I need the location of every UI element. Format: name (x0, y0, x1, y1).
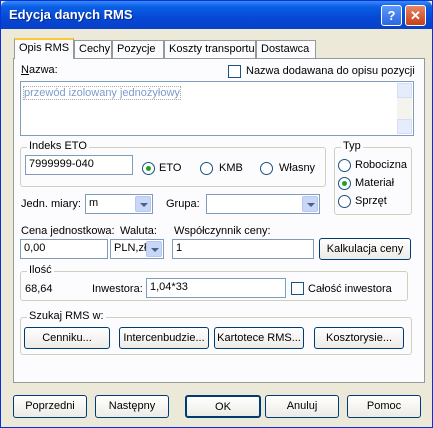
typ-robocizna-label: Robocizna (355, 159, 407, 171)
wlasny-radio-label: Własny (279, 162, 316, 174)
jedn-select-value: m (89, 197, 99, 209)
typ-robocizna-radio[interactable] (338, 159, 351, 172)
typ-sprzet-label: Sprzęt (355, 195, 387, 207)
name-value: przewód izolowany jednożyłowy (23, 86, 181, 100)
grupa-label: Grupa: (166, 198, 200, 210)
tab-dostawca[interactable]: Dostawca (256, 40, 316, 58)
anuluj-button[interactable]: Anuluj (265, 395, 339, 418)
wsp-label: Współczynnik ceny: (174, 225, 271, 237)
tab-koszty-transportu[interactable]: Koszty transportu (164, 40, 256, 58)
jedn-dropdown-icon[interactable] (135, 196, 151, 212)
tab-cechy[interactable]: Cechy (74, 40, 112, 58)
name-label-rest: azwa: (28, 64, 58, 76)
scroll-down-icon[interactable] (397, 119, 412, 134)
search-cennik-button[interactable]: Cenniku... (24, 327, 110, 349)
ok-button[interactable]: OK (185, 395, 261, 418)
ilosc-group-title: Ilość (27, 264, 54, 276)
ilosc-value: 68,64 (25, 283, 53, 295)
inwestora-label: Inwestora: (92, 283, 143, 295)
kmb-radio-label: KMB (219, 162, 243, 174)
cena-label: Cena jednostkowa: (21, 225, 115, 237)
name-append-label: Nazwa dodawana do opisu pozycji (246, 65, 415, 77)
name-append-checkbox[interactable] (228, 65, 241, 78)
eto-radio-label: ETO (159, 162, 182, 174)
jedn-label: Jedn. miary: (21, 198, 81, 210)
name-label: Nazwa: (21, 64, 58, 76)
close-icon[interactable]: ✕ (405, 5, 426, 26)
jedn-select[interactable]: m (85, 194, 153, 214)
name-textarea[interactable]: przewód izolowany jednożyłowy (20, 81, 414, 136)
waluta-select[interactable]: PLN,zł (110, 239, 164, 259)
dialog-window: Edycja danych RMS ? ✕ Opis RMS Cechy Poz… (0, 0, 433, 428)
title-bar[interactable]: Edycja danych RMS ? ✕ (1, 1, 432, 29)
grupa-select[interactable] (206, 194, 320, 214)
pomoc-button[interactable]: Pomoc (347, 395, 421, 418)
search-group-title: Szukaj RMS w: (27, 310, 106, 322)
eto-input[interactable]: 7999999-040 (25, 155, 133, 175)
calosc-inwestora-label: Całość inwestora (308, 283, 392, 295)
tab-panel: Nazwa: Nazwa dodawana do opisu pozycji p… (13, 58, 425, 383)
eto-radio[interactable] (142, 162, 155, 175)
eto-group-title: Indeks ETO (27, 140, 89, 152)
typ-material-radio[interactable] (338, 177, 351, 190)
typ-sprzet-radio[interactable] (338, 195, 351, 208)
waluta-dropdown-icon[interactable] (146, 241, 162, 257)
typ-material-label: Materiał (355, 177, 395, 189)
name-scrollbar[interactable] (397, 83, 412, 134)
calosc-inwestora-checkbox[interactable] (291, 282, 304, 295)
kmb-radio[interactable] (200, 162, 213, 175)
help-icon[interactable]: ? (381, 5, 402, 26)
poprzedni-button[interactable]: Poprzedni (13, 395, 87, 418)
search-kosztorys-button[interactable]: Kosztorysie... (314, 327, 404, 349)
tab-opis-rms[interactable]: Opis RMS (14, 38, 74, 59)
cena-input[interactable]: 0,00 (20, 239, 108, 259)
waluta-select-value: PLN,zł (114, 242, 147, 254)
nastepny-button[interactable]: Następny (95, 395, 169, 418)
kalkulacja-ceny-button[interactable]: Kalkulacja ceny (319, 238, 411, 260)
scroll-up-icon[interactable] (397, 83, 412, 98)
search-intercenbud-button[interactable]: Intercenbudzie... (119, 327, 209, 349)
tab-pozycje[interactable]: Pozycje (112, 40, 164, 58)
grupa-dropdown-icon[interactable] (302, 196, 318, 212)
inwestora-input[interactable]: 1,04*33 (146, 278, 286, 298)
window-title: Edycja danych RMS (9, 7, 133, 22)
search-kartoteka-button[interactable]: Kartotece RMS... (214, 327, 304, 349)
waluta-label: Waluta: (120, 225, 157, 237)
wlasny-radio[interactable] (260, 162, 273, 175)
wsp-input[interactable]: 1 (172, 239, 314, 259)
typ-group-title: Typ (341, 140, 363, 152)
